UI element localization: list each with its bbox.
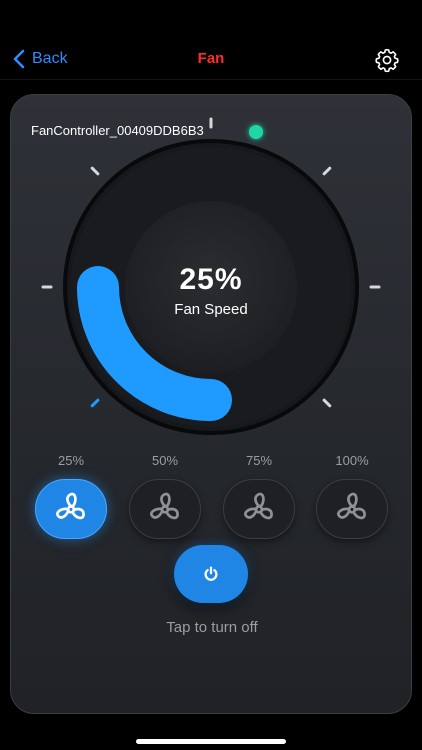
preset-label: 25%	[57, 453, 85, 468]
speed-label: Fan Speed	[174, 301, 248, 318]
speed-value: 25%	[179, 263, 243, 296]
preset-button[interactable]	[223, 479, 295, 539]
speed-presets: 25% 50% 75% 100%	[11, 451, 413, 541]
preset-button[interactable]	[316, 479, 388, 539]
preset-label: 50%	[151, 453, 179, 468]
dial-tick	[322, 166, 332, 176]
page-title: Fan	[197, 50, 225, 67]
preset-label: 100%	[335, 453, 369, 468]
navigation-bar: Back Fan	[0, 0, 422, 80]
fan-icon	[337, 492, 366, 520]
preset-label: 75%	[245, 453, 273, 468]
fan-control-card: FanController_00409DDB6B3 25% Fan Speed …	[10, 94, 412, 714]
preset-75[interactable]: 75%	[221, 451, 297, 539]
power-icon	[204, 566, 218, 581]
preset-100[interactable]: 100%	[314, 451, 390, 539]
fan-icon	[244, 492, 273, 520]
preset-button[interactable]	[129, 479, 201, 539]
speed-readout: 25% Fan Speed	[121, 263, 301, 318]
preset-button[interactable]	[35, 479, 107, 539]
dial-tick	[90, 166, 100, 176]
gear-icon[interactable]	[374, 47, 400, 73]
nav-divider	[0, 79, 422, 80]
power-hint: Tap to turn off	[166, 619, 258, 636]
preset-25[interactable]: 25%	[33, 451, 109, 539]
dial-tick	[90, 398, 100, 408]
power-button[interactable]	[174, 545, 248, 603]
fan-icon	[56, 492, 85, 520]
home-indicator	[136, 739, 286, 744]
preset-50[interactable]: 50%	[127, 451, 203, 539]
fan-icon	[150, 492, 179, 520]
dial-tick	[322, 398, 332, 408]
